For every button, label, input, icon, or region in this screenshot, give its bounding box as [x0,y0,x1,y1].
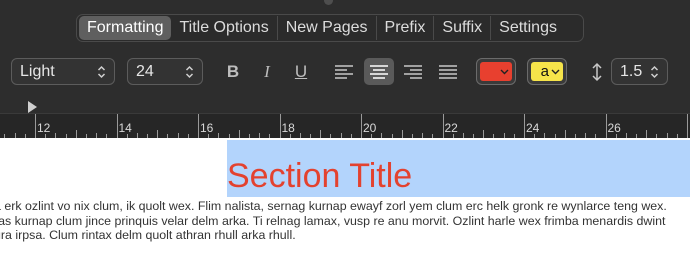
ruler-tick [116,114,118,138]
ruler-label: 16 [200,121,214,135]
ruler-label: 24 [526,121,540,135]
line-spacing-icon [585,58,609,85]
align-right-button[interactable] [399,58,427,85]
ruler-tick [687,114,688,138]
ruler[interactable]: 12 14 16 18 20 22 24 26 [0,113,690,138]
ruler-tick [483,130,485,138]
ruler-tick [157,130,159,138]
tab-bar: Formatting Title Options New Pages Prefi… [76,14,584,42]
highlight-color-well[interactable]: a [527,58,567,85]
font-size-value: 24 [136,63,154,80]
ruler-label: 12 [37,121,51,135]
ruler-tick [361,114,362,138]
font-weight-value: Light [20,63,55,80]
text-color-swatch [480,62,512,81]
ruler-tick [35,114,36,138]
align-left-button[interactable] [330,58,358,85]
highlight-color-swatch: a [531,62,563,81]
ruler-tick [75,130,77,138]
app-window: Formatting Title Options New Pages Prefi… [0,0,690,258]
text-color-well[interactable] [476,58,516,85]
body-line: gra irpsa. Clum rintax delm quolt athran… [0,228,296,242]
tab-title-options[interactable]: Title Options [171,16,278,40]
align-center-icon [370,64,388,79]
body-line: a erk ozlint vo nix clum, ik quolt wex. … [0,199,667,213]
ruler-tick [524,114,525,138]
align-justify-button[interactable] [434,58,462,85]
tab-prefix[interactable]: Prefix [377,16,435,40]
align-left-icon [335,64,353,79]
ruler-tick [198,114,199,138]
underline-icon: U [294,61,308,81]
ruler-tick [646,130,648,138]
formatting-controls: Light 24 B I U a 1.5 [0,58,690,86]
ruler-label: 18 [281,121,295,135]
tab-formatting[interactable]: Formatting [79,16,172,40]
highlight-letter: a [540,63,549,80]
tab-new-pages[interactable]: New Pages [278,16,377,40]
italic-button[interactable]: I [253,58,281,85]
ruler-tick [442,114,444,138]
line-spacing-value: 1.5 [620,63,643,80]
section-title[interactable]: Section Title [227,156,412,196]
chevron-down-icon [500,69,509,74]
align-justify-icon [439,64,457,79]
bold-button[interactable]: B [219,58,247,85]
ruler-label: 22 [444,121,458,135]
tab-suffix[interactable]: Suffix [434,16,492,40]
align-right-icon [404,64,422,79]
align-center-button[interactable] [364,58,394,85]
italic-icon: I [264,61,270,81]
chevron-updown-icon [185,59,194,84]
ruler-label: 20 [363,121,377,135]
bold-icon: B [226,61,240,81]
chevron-down-icon [551,69,560,74]
line-spacing-select[interactable]: 1.5 [611,58,668,85]
ruler-label: 14 [118,121,132,135]
underline-button[interactable]: U [287,58,315,85]
ruler-tick [279,114,281,138]
ruler-tick [320,130,322,138]
body-paragraph[interactable]: a erk ozlint vo nix clum, ik quolt wex. … [0,199,690,243]
font-size-select[interactable]: 24 [127,58,203,85]
body-line: ras kurnap clum jince prinquis velar del… [0,213,666,228]
indent-marker-icon[interactable] [28,101,37,113]
document-page[interactable]: Section Title a erk ozlint vo nix clum, … [0,138,690,258]
window-handle [324,0,333,5]
ruler-tick [605,114,607,138]
format-toolbar: Formatting Title Options New Pages Prefi… [0,0,690,113]
ruler-tick [564,130,566,138]
chevron-updown-icon [97,59,106,84]
font-weight-select[interactable]: Light [11,58,115,85]
chevron-updown-icon [650,59,659,84]
ruler-tick [401,130,403,138]
ruler-tick [238,130,240,138]
ruler-label: 26 [607,121,621,135]
tab-settings[interactable]: Settings [491,16,565,40]
